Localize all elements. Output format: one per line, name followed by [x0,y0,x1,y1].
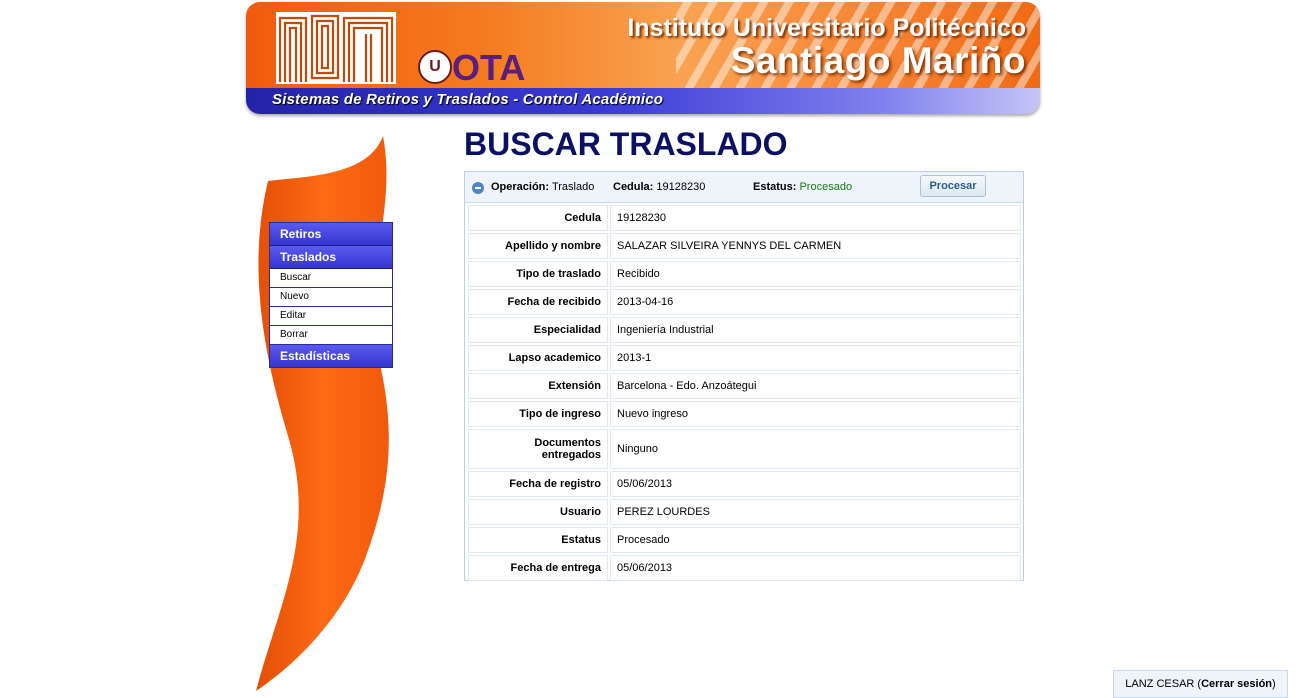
estatus-value: Procesado [799,181,853,193]
field-value: Ninguno [610,429,1021,469]
table-row: Fecha de registro 05/06/2013 [468,471,1021,497]
table-row: Cedula 19128230 [468,205,1021,231]
detail-table: Cedula 19128230 Apellido y nombre SALAZAR S… [466,203,1023,583]
header-banner: U OTA Instituto Universitario Politécnic… [246,2,1040,114]
menu-item-traslados[interactable]: Traslados [270,246,392,269]
field-value: 2013-04-16 [610,289,1021,315]
submenu-item-borrar[interactable]: Borrar [270,326,392,345]
field-value: 19128230 [610,205,1021,231]
table-row: Tipo de ingreso Nuevo ingreso [468,401,1021,427]
operacion-summary: Operación: Traslado [491,181,594,193]
university-seal-icon: U [418,50,452,84]
field-value: Procesado [610,527,1021,553]
table-row: Tipo de traslado Recibido [468,261,1021,287]
field-label: Extensión [468,373,608,399]
field-value: Recibido [610,261,1021,287]
session-box: LANZ CESAR (Cerrar sesión) [1113,670,1288,698]
field-value: 2013-1 [610,345,1021,371]
table-row: Fecha de entrega 05/06/2013 [468,555,1021,581]
field-label: Fecha de registro [468,471,608,497]
table-row: Especialidad Ingeniería Industrial [468,317,1021,343]
table-row: Apellido y nombre SALAZAR SILVEIRA YENNYS… [468,233,1021,259]
field-label: Cedula [468,205,608,231]
banner-title-line2: Santiago Mariño [730,40,1026,81]
panel-header: Operación: Traslado Cedula: 19128230 Est… [465,172,1023,203]
field-label: Tipo de traslado [468,261,608,287]
field-label: Tipo de ingreso [468,401,608,427]
banner-title-line1: Instituto Universitario Politécnico [627,14,1026,42]
submenu-item-nuevo[interactable]: Nuevo [270,288,392,307]
field-value: 05/06/2013 [610,555,1021,581]
field-label: Lapso academico [468,345,608,371]
ota-logo-icon: OTA [452,48,525,84]
institute-logo-icon [276,12,396,84]
field-label: Apellido y nombre [468,233,608,259]
session-user: LANZ CESAR [1125,678,1195,690]
operacion-value: Traslado [551,181,595,193]
sidebar-menu: Retiros Traslados Buscar Nuevo Editar Bo… [269,222,393,368]
field-value: Barcelona - Edo. Anzoátegui [610,373,1021,399]
ota-logo-text: OTA [452,48,525,84]
menu-item-estadisticas[interactable]: Estadísticas [270,345,392,367]
table-row: Extensión Barcelona - Edo. Anzoátegui [468,373,1021,399]
estatus-summary: Estatus: Procesado [753,181,852,193]
table-row: Fecha de recibido 2013-04-16 [468,289,1021,315]
operacion-label: Operación: [491,181,550,193]
table-row: Lapso academico 2013-1 [468,345,1021,371]
cedula-summary: Cedula: 19128230 [613,181,705,193]
submenu-item-buscar[interactable]: Buscar [270,269,392,288]
logout-link[interactable]: Cerrar sesión [1201,678,1272,690]
cedula-value: 19128230 [656,181,706,193]
banner-subtitle: Sistemas de Retiros y Traslados - Contro… [272,91,664,108]
estatus-label: Estatus: [753,181,797,193]
table-row: Usuario PEREZ LOURDES [468,499,1021,525]
collapse-icon[interactable] [472,182,484,194]
field-value: 05/06/2013 [610,471,1021,497]
field-label: Estatus [468,527,608,553]
field-value: Nuevo ingreso [610,401,1021,427]
field-label: Fecha de entrega [468,555,608,581]
field-value: SALAZAR SILVEIRA YENNYS DEL CARMEN [610,233,1021,259]
page-title: BUSCAR TRASLADO [464,126,788,162]
field-value: Ingeniería Industrial [610,317,1021,343]
field-label: Usuario [468,499,608,525]
procesar-button[interactable]: Procesar [920,175,986,197]
field-value: PEREZ LOURDES [610,499,1021,525]
decorative-flame-shape [256,136,389,691]
table-row: Estatus Procesado [468,527,1021,553]
field-label: Especialidad [468,317,608,343]
table-row: Documentos entregados Ninguno [468,429,1021,469]
submenu-item-editar[interactable]: Editar [270,307,392,326]
menu-item-retiros[interactable]: Retiros [270,223,392,246]
field-label: Documentos entregados [468,429,608,469]
cedula-label: Cedula: [613,181,654,193]
traslado-detail-panel: Operación: Traslado Cedula: 19128230 Est… [464,171,1024,581]
field-label: Fecha de recibido [468,289,608,315]
